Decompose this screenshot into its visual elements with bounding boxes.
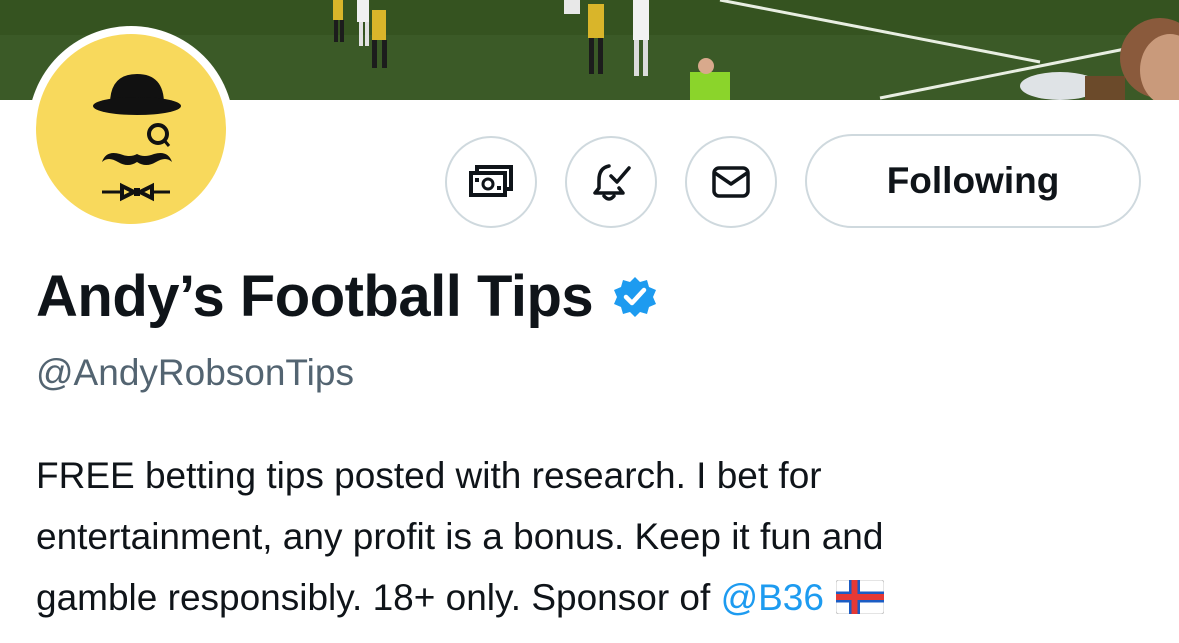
mention-link[interactable]: @B36	[721, 577, 824, 618]
bio: FREE betting tips posted with research. …	[36, 445, 1146, 628]
bio-line: entertainment, any profit is a bonus. Ke…	[36, 516, 884, 557]
bio-text: gamble responsibly. 18+ only. Sponsor of	[36, 577, 721, 618]
message-button[interactable]	[685, 136, 777, 228]
handle: @AndyRobsonTips	[36, 352, 354, 393]
bio-line: gamble responsibly. 18+ only. Sponsor of…	[36, 567, 1146, 628]
avatar[interactable]	[28, 26, 234, 232]
faroe-islands-flag-icon	[835, 580, 884, 615]
bio-line: FREE betting tips posted with research. …	[36, 455, 822, 496]
notifications-button[interactable]	[565, 136, 657, 228]
money-tip-icon	[469, 165, 513, 197]
following-button[interactable]: Following	[805, 134, 1141, 228]
envelope-icon	[712, 166, 750, 198]
tip-button[interactable]	[445, 136, 537, 228]
avatar-image	[36, 34, 226, 224]
gentleman-logo-icon	[93, 74, 181, 202]
verified-badge-icon[interactable]	[611, 273, 659, 321]
display-name-row: Andy’s Football Tips	[36, 262, 659, 332]
display-name: Andy’s Football Tips	[36, 264, 594, 329]
bell-check-icon	[593, 164, 631, 201]
profile-page: Following Andy’s Football Tips @AndyRobs…	[0, 0, 1179, 643]
